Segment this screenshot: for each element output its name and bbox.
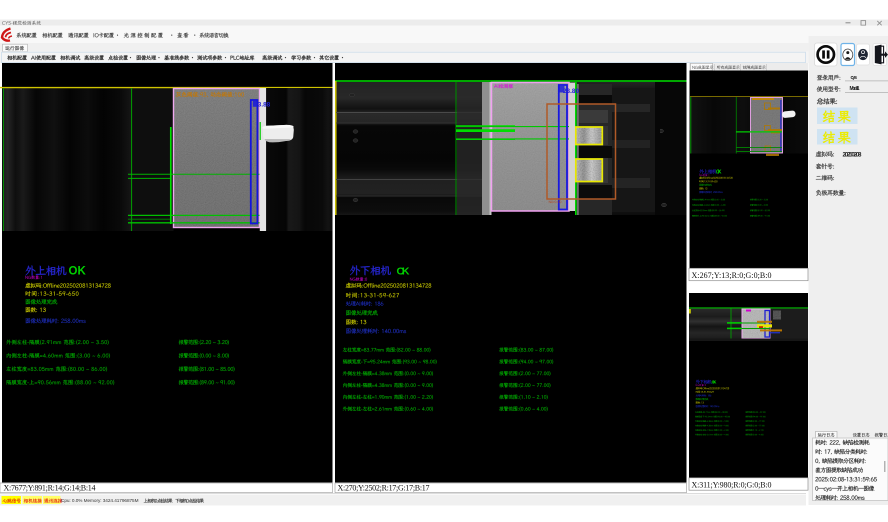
- svg-text:X:267;Y:13;R:0;G:0;B:0: X:267;Y:13;R:0;G:0;B:0: [692, 271, 772, 280]
- svg-text:3.88: 3.88: [258, 101, 271, 108]
- svg-text:Model1: Model1: [850, 86, 860, 92]
- svg-text:Cpu: 0.0% Memory: 3424.4179687: Cpu: 0.0% Memory: 3424.41796875M: [61, 498, 139, 503]
- svg-text:23.80: 23.80: [563, 88, 579, 95]
- svg-text:X:270;Y:2502;R:17;G:17;B:17: X:270;Y:2502;R:17;G:17;B:17: [338, 484, 430, 493]
- svg-text:OK: OK: [397, 265, 410, 277]
- svg-text:OK: OK: [712, 380, 718, 386]
- svg-text:OK: OK: [69, 266, 87, 278]
- svg-text:20250208: 20250208: [843, 151, 863, 158]
- svg-text:cys: cys: [851, 75, 858, 81]
- svg-text:X:7677;Y:891;R:14;G:14;B:14: X:7677;Y:891;R:14;G:14;B:14: [4, 484, 96, 493]
- svg-text:X:311;Y:980;R:0;G:0;B:0: X:311;Y:980;R:0;G:0;B:0: [692, 480, 772, 489]
- svg-text:OK: OK: [716, 169, 722, 175]
